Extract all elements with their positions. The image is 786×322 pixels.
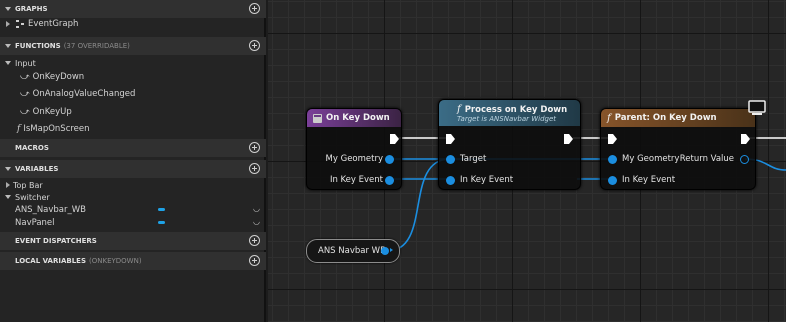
pin-arrow-icon xyxy=(390,248,393,252)
macros-section-title: MACROS xyxy=(15,144,49,152)
node-title: On Key Down xyxy=(326,113,390,123)
add-local-variable-button[interactable] xyxy=(249,255,260,266)
event-icon xyxy=(313,113,322,123)
graph-item-eventgraph[interactable]: EventGraph xyxy=(0,16,266,32)
variable-out-pin[interactable] xyxy=(381,246,389,255)
add-event-dispatcher-button[interactable] xyxy=(249,235,260,246)
override-function-icon: ⤻ xyxy=(20,89,30,99)
function-item-label: OnKeyDown xyxy=(32,72,85,82)
pin-label: Return Value xyxy=(679,154,734,164)
add-graph-button[interactable] xyxy=(249,3,260,14)
on-key-down-event-node[interactable]: On Key Down My Geometry In Key Event xyxy=(306,108,402,190)
function-icon: f xyxy=(17,124,21,134)
process-on-key-down-node[interactable]: f Process on Key Down Target is ANSNavbar… xyxy=(438,99,581,190)
exec-out-pin[interactable] xyxy=(741,134,750,144)
in-key-event-out-pin[interactable] xyxy=(385,176,394,185)
override-function-icon: ⤻ xyxy=(20,72,30,82)
add-macro-button[interactable] xyxy=(249,142,260,153)
functions-overridable-count: (37 OVERRIDABLE) xyxy=(63,42,130,50)
exec-in-pin[interactable] xyxy=(446,134,455,144)
event-graph-icon xyxy=(16,20,25,28)
pin-label: Target xyxy=(460,154,487,164)
node-header[interactable]: f Process on Key Down Target is ANSNavbar… xyxy=(439,100,580,126)
node-title: Parent: On Key Down xyxy=(614,113,717,123)
collapse-arrow-icon[interactable] xyxy=(5,61,11,65)
exec-out-pin[interactable] xyxy=(564,134,573,144)
node-header[interactable]: On Key Down xyxy=(307,109,401,127)
variables-section-title: VARIABLES xyxy=(15,165,59,173)
expand-arrow-icon[interactable] xyxy=(6,21,10,27)
function-item-onkeydown[interactable]: ⤻ OnKeyDown xyxy=(0,69,266,85)
graph-canvas[interactable]: On Key Down My Geometry In Key Event f Pr… xyxy=(268,0,786,322)
function-item-ismaponscreen[interactable]: f IsMapOnScreen xyxy=(0,121,266,137)
in-key-event-in-pin[interactable] xyxy=(446,176,455,185)
function-icon: f xyxy=(457,103,461,115)
override-function-icon: ⤻ xyxy=(20,107,30,117)
monitor-icon xyxy=(748,100,766,115)
function-icon: f xyxy=(607,112,611,124)
variable-item-label: ANS_Navbar_WB xyxy=(15,205,87,215)
local-variables-section-title: LOCAL VARIABLES xyxy=(15,257,87,265)
target-in-pin[interactable] xyxy=(446,155,455,164)
expand-arrow-icon[interactable] xyxy=(6,182,10,188)
add-function-button[interactable] xyxy=(249,40,260,51)
exec-out-pin[interactable] xyxy=(390,134,399,144)
function-item-onkeyup[interactable]: ⤻ OnKeyUp xyxy=(0,104,266,120)
variable-item-label: NavPanel xyxy=(15,218,55,228)
collapse-arrow-icon[interactable] xyxy=(5,167,11,171)
variable-node-label: ANS Navbar WB xyxy=(318,246,386,256)
node-title: Process on Key Down xyxy=(464,104,568,115)
graph-item-label: EventGraph xyxy=(28,19,79,29)
local-variables-section-header[interactable]: LOCAL VARIABLES (ONKEYDOWN) xyxy=(0,252,266,270)
return-value-out-pin[interactable] xyxy=(740,155,749,164)
pin-label: My Geometry xyxy=(325,154,383,164)
parent-on-key-down-node[interactable]: f Parent: On Key Down My Geometry Return… xyxy=(600,108,756,190)
local-variables-scope: (ONKEYDOWN) xyxy=(89,257,142,265)
pin-label: My Geometry xyxy=(622,154,680,164)
collapse-arrow-icon[interactable] xyxy=(5,7,11,11)
node-subtitle: Target is ANSNavbar Widget xyxy=(457,114,557,123)
function-item-onanalogvaluechanged[interactable]: ⤻ OnAnalogValueChanged xyxy=(0,86,266,102)
add-variable-button[interactable] xyxy=(249,163,260,174)
variables-section-header[interactable]: VARIABLES xyxy=(0,160,266,178)
pin-label: In Key Event xyxy=(329,175,383,185)
eye-closed-icon[interactable]: ◡ xyxy=(253,204,260,213)
my-blueprint-panel: GRAPHS EventGraph FUNCTIONS (37 OVERRIDA… xyxy=(0,0,266,322)
node-header[interactable]: f Parent: On Key Down xyxy=(601,109,755,127)
function-item-label: OnKeyUp xyxy=(32,107,72,117)
eye-closed-icon[interactable]: ◡ xyxy=(253,217,260,226)
ans-navbar-wb-getter-node[interactable]: ANS Navbar WB xyxy=(306,239,400,263)
event-dispatchers-section-title: EVENT DISPATCHERS xyxy=(15,237,97,245)
macros-section-header[interactable]: MACROS xyxy=(0,139,266,157)
my-geometry-in-pin[interactable] xyxy=(608,155,617,164)
node-title-row: f Process on Key Down xyxy=(457,104,567,115)
collapse-arrow-icon[interactable] xyxy=(5,44,11,48)
variable-type-pill xyxy=(158,208,165,211)
variable-item-navpanel[interactable]: NavPanel ◡ xyxy=(0,215,266,231)
function-item-label: OnAnalogValueChanged xyxy=(32,89,136,99)
exec-in-pin[interactable] xyxy=(608,134,617,144)
function-item-label: IsMapOnScreen xyxy=(23,124,90,134)
collapse-arrow-icon[interactable] xyxy=(5,195,11,199)
my-geometry-out-pin[interactable] xyxy=(385,155,394,164)
variable-category-label: Switcher xyxy=(15,192,50,202)
in-key-event-in-pin[interactable] xyxy=(608,176,617,185)
functions-section-title: FUNCTIONS xyxy=(15,42,61,50)
variable-type-pill xyxy=(158,221,165,224)
functions-section-header[interactable]: FUNCTIONS (37 OVERRIDABLE) xyxy=(0,37,266,55)
pin-label: In Key Event xyxy=(622,175,676,185)
graphs-section-title: GRAPHS xyxy=(15,5,48,13)
pin-label: In Key Event xyxy=(460,175,514,185)
event-dispatchers-section-header[interactable]: EVENT DISPATCHERS xyxy=(0,232,266,250)
function-category-label: Input xyxy=(15,58,36,68)
